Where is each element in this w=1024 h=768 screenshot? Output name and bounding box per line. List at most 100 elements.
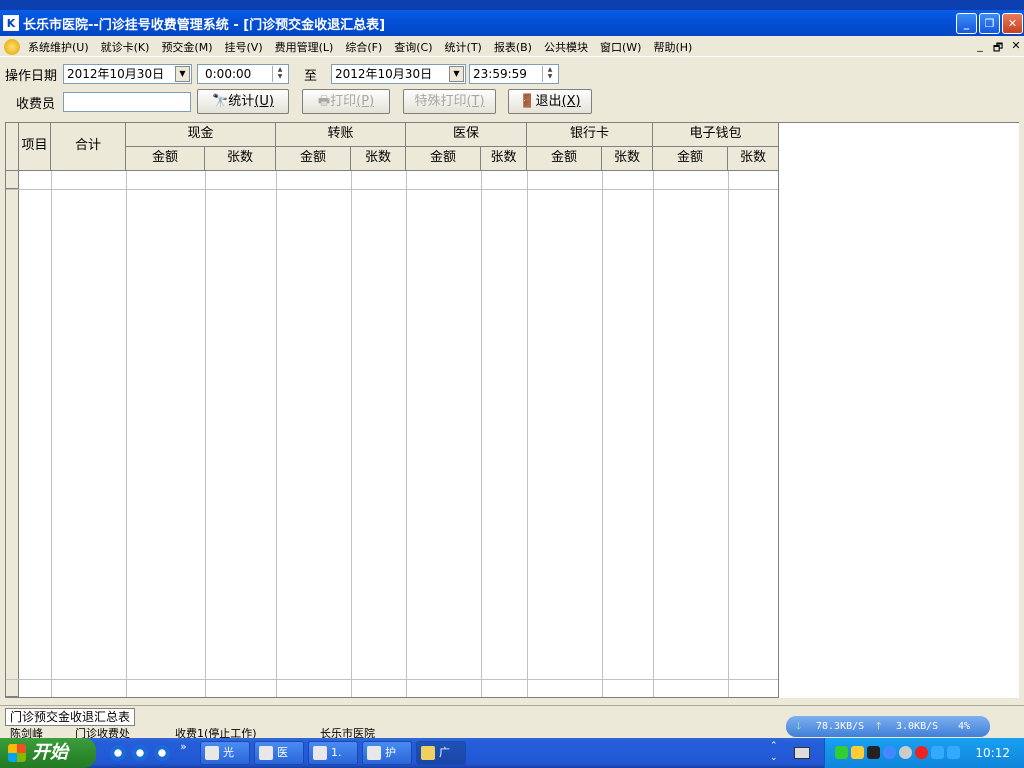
status-hospital: 长乐市医院 xyxy=(320,728,375,738)
dropdown-arrow-icon[interactable]: ▼ xyxy=(175,66,190,82)
restore-button[interactable]: ❐ xyxy=(979,13,1000,34)
quicklaunch-more-icon[interactable]: » xyxy=(180,740,187,753)
menu-query[interactable]: 查询(C) xyxy=(388,39,438,55)
grid-col-line xyxy=(527,171,528,697)
print-button[interactable]: 🖶打印(P) xyxy=(302,89,390,114)
windows-flag-icon xyxy=(8,744,26,762)
spin-updown-icon[interactable]: ▲ ▼ xyxy=(272,66,287,82)
tray-network-icon[interactable] xyxy=(835,746,848,759)
group-header-transfer: 转账 xyxy=(276,123,406,147)
window-title: 长乐市医院--门诊挂号收费管理系统 - [门诊预交金收退汇总表] xyxy=(23,17,386,33)
network-monitor: 🡓 78.3KB/S 🡑 3.0KB/S 4% xyxy=(786,716,990,737)
sub-header-amount: 金额 xyxy=(653,147,728,171)
time-from-input[interactable]: 0:00:00 ▲ ▼ xyxy=(197,64,289,84)
menu-register[interactable]: 挂号(V) xyxy=(219,39,269,55)
time-to-input[interactable]: 23:59:59 ▲ ▼ xyxy=(469,64,559,84)
stats-button[interactable]: 🔭统计(U) xyxy=(197,89,289,114)
close-button[interactable]: ✕ xyxy=(1002,13,1023,34)
date-from-picker[interactable]: 2012年10月30日 ▼ xyxy=(63,64,192,84)
keyboard-icon[interactable] xyxy=(794,747,810,759)
program-icon xyxy=(367,746,381,760)
tray-monitor-icon[interactable] xyxy=(867,746,880,759)
group-header-insurance: 医保 xyxy=(406,123,527,147)
grid-header: 项目 合计 现金 金额 张数 转账 金额 张数 医保 金额 张数 银行卡 金额 … xyxy=(6,123,779,171)
menu-help[interactable]: 帮助(H) xyxy=(647,39,698,55)
sub-header-count: 张数 xyxy=(728,147,779,171)
menu-bar: 系统维护(U) 就诊卡(K) 预交金(M) 挂号(V) 费用管理(L) 综合(F… xyxy=(0,37,1024,57)
mdi-border xyxy=(1019,60,1024,700)
row-indicator-header xyxy=(6,123,19,171)
program-icon xyxy=(421,746,435,760)
group-header-ewallet: 电子钱包 xyxy=(653,123,779,147)
mdi-tab-summary[interactable]: 门诊预交金收退汇总表 xyxy=(5,708,136,726)
action-row: 收费员 🔭统计(U) 🖶打印(P) 特殊打印(T) 🚪退出(X) xyxy=(0,89,1024,115)
menu-card[interactable]: 就诊卡(K) xyxy=(95,39,156,55)
minimize-button[interactable]: _ xyxy=(956,13,977,34)
window-top-strip xyxy=(0,0,1024,10)
taskbar-item-4[interactable]: 护 xyxy=(362,741,412,765)
grid-col-line xyxy=(602,171,603,697)
sub-header-amount: 金额 xyxy=(527,147,602,171)
menu-stats[interactable]: 统计(T) xyxy=(439,39,488,55)
menu-prepay[interactable]: 预交金(M) xyxy=(155,39,218,55)
mdi-restore-button[interactable]: 🗗 xyxy=(990,39,1006,58)
media-icon[interactable] xyxy=(154,745,170,761)
taskbar-scroll-icon[interactable]: ⌃ ⌄ xyxy=(770,740,778,764)
taskbar-item-2[interactable]: 医 xyxy=(254,741,304,765)
menu-window[interactable]: 窗口(W) xyxy=(594,39,647,55)
group-header-cash: 现金 xyxy=(126,123,276,147)
tray-security-icon[interactable] xyxy=(947,746,960,759)
upload-arrow-icon: 🡑 xyxy=(876,721,882,732)
cashier-input[interactable] xyxy=(63,92,191,112)
taskbar: 开始 » 光 医 1. 护 广 ⌃ ⌄ 10:12 xyxy=(0,738,1024,768)
date-filter-row: 操作日期 2012年10月30日 ▼ 0:00:00 ▲ ▼ 至 2012年10月… xyxy=(0,63,1024,85)
menu-report[interactable]: 报表(B) xyxy=(488,39,538,55)
exit-door-icon: 🚪 xyxy=(519,94,536,109)
grid-col-line xyxy=(481,171,482,697)
taskbar-item-3[interactable]: 1. xyxy=(308,741,358,765)
grid-footer-line xyxy=(6,679,779,680)
row-indicator[interactable] xyxy=(6,171,19,189)
menu-logo-icon xyxy=(4,38,20,55)
sub-header-amount: 金额 xyxy=(276,147,351,171)
time-to-value: 23:59:59 xyxy=(473,67,527,81)
grid-col-line xyxy=(205,171,206,697)
title-bar[interactable]: K 长乐市医院--门诊挂号收费管理系统 - [门诊预交金收退汇总表] xyxy=(0,10,1024,36)
mdi-close-button[interactable]: ✕ xyxy=(1008,39,1024,52)
date-to-value: 2012年10月30日 xyxy=(335,67,433,81)
col-header-item: 项目 xyxy=(19,123,51,171)
status-dept: 门诊收费处 xyxy=(75,728,130,738)
grid-col-line xyxy=(351,171,352,697)
mdi-minimize-button[interactable]: _ xyxy=(972,39,988,52)
col-header-total: 合计 xyxy=(51,123,126,171)
system-tray: 10:12 xyxy=(824,738,1024,768)
grid-empty-area xyxy=(779,122,1019,698)
sub-header-count: 张数 xyxy=(602,147,653,171)
grid-col-line xyxy=(653,171,654,697)
summary-grid[interactable]: 项目 合计 现金 金额 张数 转账 金额 张数 医保 金额 张数 银行卡 金额 … xyxy=(5,122,779,698)
menu-general[interactable]: 综合(F) xyxy=(339,39,388,55)
taskbar-item-5-active[interactable]: 广 xyxy=(416,741,466,765)
sub-header-count: 张数 xyxy=(481,147,527,171)
tray-shield-icon[interactable] xyxy=(931,746,944,759)
special-print-button[interactable]: 特殊打印(T) xyxy=(403,89,496,114)
clock[interactable]: 10:12 xyxy=(975,738,1010,768)
tray-app-icon[interactable] xyxy=(899,746,912,759)
tray-stop-icon[interactable] xyxy=(915,746,928,759)
menu-public[interactable]: 公共模块 xyxy=(538,39,594,55)
search-icon[interactable] xyxy=(132,745,148,761)
exit-button[interactable]: 🚪退出(X) xyxy=(508,89,592,114)
tray-volume-icon[interactable] xyxy=(851,746,864,759)
menu-fee[interactable]: 费用管理(L) xyxy=(269,39,340,55)
grid-col-line xyxy=(406,171,407,697)
taskbar-item-1[interactable]: 光 xyxy=(200,741,250,765)
start-button[interactable]: 开始 xyxy=(0,738,96,768)
cpu-percent: 4% xyxy=(958,721,971,732)
spin-updown-icon[interactable]: ▲ ▼ xyxy=(542,66,557,82)
menu-system[interactable]: 系统维护(U) xyxy=(22,39,95,55)
date-from-value: 2012年10月30日 xyxy=(67,67,165,81)
ie-icon[interactable] xyxy=(110,745,126,761)
date-to-picker[interactable]: 2012年10月30日 ▼ xyxy=(331,64,466,84)
tray-bluetooth-icon[interactable] xyxy=(883,746,896,759)
dropdown-arrow-icon[interactable]: ▼ xyxy=(449,66,464,82)
